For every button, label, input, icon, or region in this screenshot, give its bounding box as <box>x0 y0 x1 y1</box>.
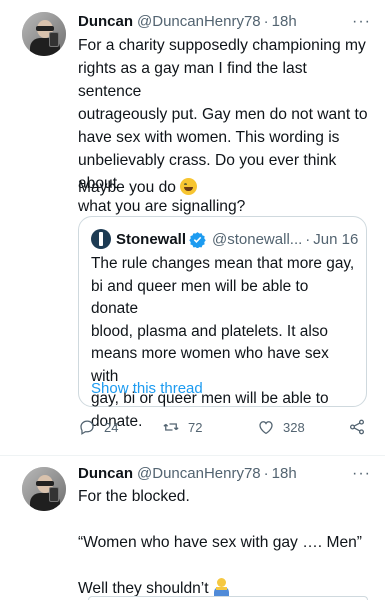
avatar[interactable] <box>22 12 66 56</box>
retweet-button[interactable]: 72 <box>162 418 202 436</box>
retweet-count: 72 <box>188 419 203 435</box>
separator: · <box>305 230 311 248</box>
text-line: have sex with women. This wording is <box>78 129 340 146</box>
text-line: outrageously put. Gay men do not want to <box>78 106 368 123</box>
show-thread-link[interactable]: Show this thread <box>91 380 203 397</box>
text-line: Well they shouldn’t <box>78 580 209 597</box>
tweet-header: Duncan @DuncanHenry78 · 18h <box>78 463 297 483</box>
timestamp[interactable]: 18h <box>272 13 297 30</box>
more-icon[interactable]: ··· <box>352 13 371 31</box>
quoted-author-name: Stonewall <box>116 230 187 248</box>
avatar[interactable] <box>22 467 66 511</box>
tweet-header: Duncan @DuncanHenry78 · 18h <box>78 11 297 31</box>
text-line: The rule changes mean that more gay, <box>91 255 355 272</box>
verified-badge-icon <box>189 231 206 248</box>
more-icon[interactable]: ··· <box>352 465 371 483</box>
timestamp[interactable]: 18h <box>272 465 297 482</box>
divider <box>0 455 385 456</box>
action-bar: 24 72 328 <box>78 418 378 440</box>
text-line: “Women who have sex with gay …. Men” <box>78 534 362 551</box>
text-line: bi and queer men will be able to donate <box>91 277 309 318</box>
quoted-tweet-header: Stonewall @stonewall... · Jun 16 <box>91 229 358 249</box>
reply-count: 24 <box>104 419 119 435</box>
quoted-author-handle: @stonewall... <box>212 230 303 248</box>
separator: · <box>263 464 269 482</box>
reply-icon <box>80 420 94 435</box>
like-icon <box>259 421 273 435</box>
quoted-tweet[interactable]: Stonewall @stonewall... · Jun 16 The rul… <box>78 216 367 430</box>
share-icon <box>349 419 365 435</box>
retweet-icon <box>163 423 179 431</box>
like-button[interactable]: 328 <box>257 418 305 436</box>
person-shrugging-emoji-icon <box>213 578 230 597</box>
tweet-text-2: Maybe you do <box>78 176 374 199</box>
text-line: For a charity supposedly championing my <box>78 37 366 54</box>
author-handle[interactable]: @DuncanHenry78 <box>137 465 261 482</box>
author-name[interactable]: Duncan <box>78 465 133 482</box>
share-button[interactable] <box>348 418 366 436</box>
text-line: blood, plasma and platelets. It also <box>91 322 328 340</box>
text-line: Maybe you do <box>78 179 176 196</box>
quoted-tweet-edge <box>88 596 368 600</box>
like-count: 328 <box>283 419 305 435</box>
laughing-emoji-icon <box>179 178 197 195</box>
text-line: For the blocked. <box>78 488 190 505</box>
tweet[interactable]: Duncan @DuncanHenry78 · 18h ··· For a ch… <box>0 0 385 456</box>
quoted-tweet-text: The rule changes mean that more gay, bi … <box>91 253 359 433</box>
separator: · <box>263 12 269 30</box>
quoted-avatar <box>91 229 111 249</box>
author-name[interactable]: Duncan <box>78 13 133 30</box>
text-line: rights as a gay man I find the last sent… <box>78 60 307 100</box>
tweet-text: For the blocked. “Women who have sex wit… <box>78 485 374 600</box>
author-handle[interactable]: @DuncanHenry78 <box>137 13 261 30</box>
reply-button[interactable]: 24 <box>78 418 118 436</box>
quoted-date: Jun 16 <box>313 230 359 248</box>
